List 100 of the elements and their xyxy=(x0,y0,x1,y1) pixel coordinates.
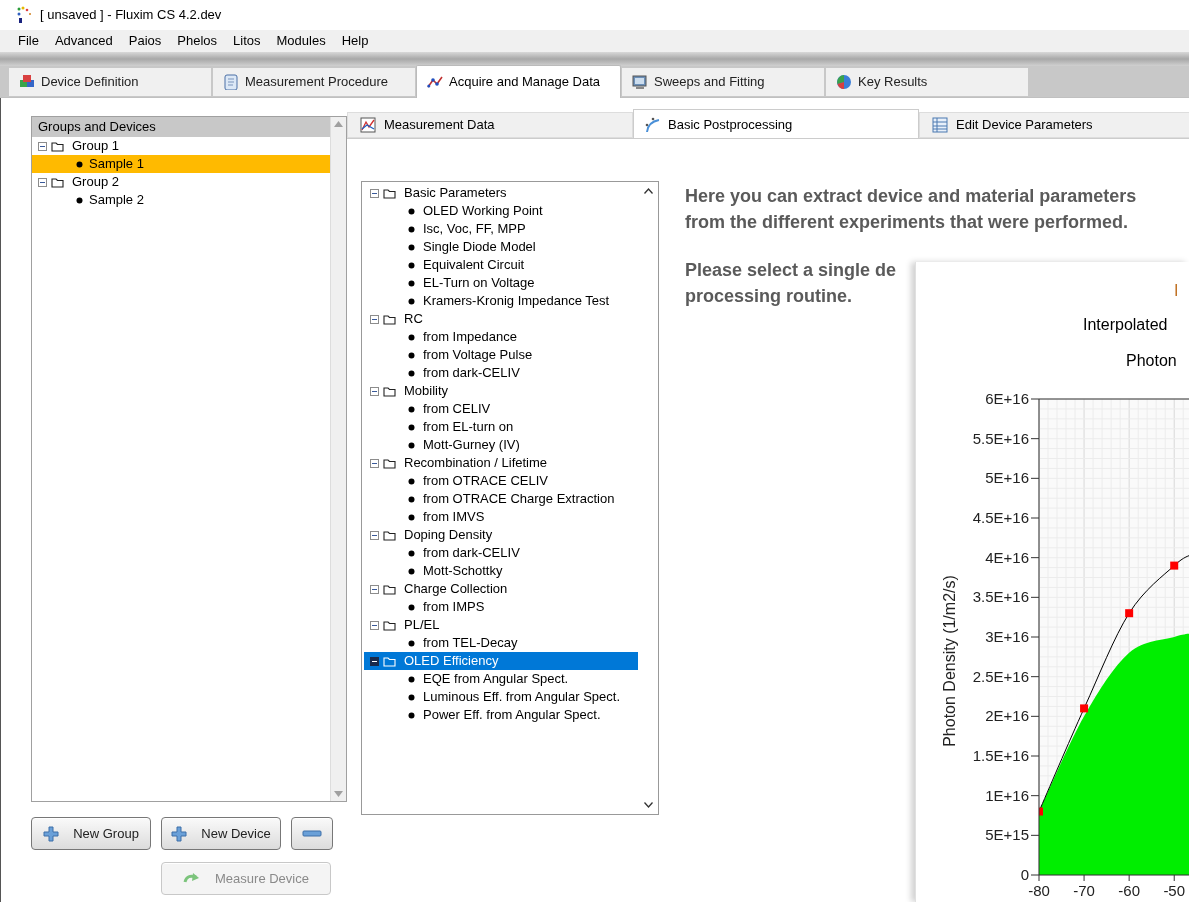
tree-item[interactable]: Power Eff. from Angular Spect. xyxy=(364,706,638,724)
new-group-button[interactable]: New Group xyxy=(31,817,151,850)
tab[interactable]: Measurement Data xyxy=(347,112,633,138)
collapse-icon xyxy=(370,314,379,324)
tree-item[interactable]: PL/EL xyxy=(364,616,638,634)
tick-label: -50 xyxy=(1163,882,1186,899)
tree-item[interactable]: Luminous Eff. from Angular Spect. xyxy=(364,688,638,706)
data-point xyxy=(1039,807,1043,816)
chart-caption: Photon xyxy=(1126,351,1177,371)
list-header: Groups and Devices xyxy=(32,117,330,137)
tree-item[interactable]: Sample 2 xyxy=(32,191,330,209)
folder-icon xyxy=(383,187,396,199)
tick-label: 1.5E+16 xyxy=(972,747,1029,764)
tree-item[interactable]: RC xyxy=(364,310,638,328)
intro-text: Here you can extract device and material parameters xyxy=(685,185,1137,208)
tab[interactable]: Sweeps and Fitting xyxy=(621,67,825,97)
bullet-icon xyxy=(408,405,415,413)
window-title: [ unsaved ] - Fluxim CS 4.2.dev xyxy=(40,6,222,25)
bullet-icon xyxy=(408,693,415,701)
bullet-icon xyxy=(76,196,83,204)
data-point xyxy=(1080,704,1089,713)
tab[interactable]: Basic Postprocessing xyxy=(633,109,919,139)
bullet-icon xyxy=(76,160,83,168)
tab[interactable]: Edit Device Parameters xyxy=(919,112,1189,138)
remove-button[interactable] xyxy=(291,817,333,850)
tree-item[interactable]: Recombination / Lifetime xyxy=(364,454,638,472)
tree-item[interactable]: from EL-turn on xyxy=(364,418,638,436)
tree-item[interactable]: Sample 1 xyxy=(32,155,330,173)
curve-icon xyxy=(644,116,660,133)
folder-icon xyxy=(383,583,396,595)
menu-item[interactable]: Litos xyxy=(225,29,269,53)
menu-item[interactable]: Help xyxy=(333,29,377,53)
collapse-icon xyxy=(370,620,379,630)
collapse-icon xyxy=(370,656,379,666)
plus-icon xyxy=(171,825,188,842)
tree-item[interactable]: EQE from Angular Spect. xyxy=(364,670,638,688)
tree-item[interactable]: from dark-CELIV xyxy=(364,544,638,562)
tab[interactable]: Device Definition xyxy=(8,67,212,97)
bullet-icon xyxy=(408,243,415,251)
tree-item[interactable]: from IMPS xyxy=(364,598,638,616)
tick-label: 3E+16 xyxy=(985,628,1029,645)
tree-item[interactable]: Group 1 xyxy=(32,137,330,155)
tab[interactable]: Acquire and Manage Data xyxy=(416,65,621,98)
tree-item[interactable]: Isc, Voc, FF, MPP xyxy=(364,220,638,238)
tree-item[interactable]: EL-Turn on Voltage xyxy=(364,274,638,292)
menu-item[interactable]: Modules xyxy=(268,29,334,53)
cubes-icon xyxy=(19,74,35,90)
intro-text: processing routine. xyxy=(685,285,854,308)
bullet-icon xyxy=(408,297,415,305)
tree-item[interactable]: Equivalent Circuit xyxy=(364,256,638,274)
bullet-icon xyxy=(408,423,415,431)
tree-item[interactable]: from OTRACE CELIV xyxy=(364,472,638,490)
tree-item[interactable]: from Impedance xyxy=(364,328,638,346)
folder-icon xyxy=(51,176,64,188)
bullet-icon xyxy=(408,225,415,233)
tree-item[interactable]: from IMVS xyxy=(364,508,638,526)
menu-item[interactable]: Paios xyxy=(120,29,170,53)
table-icon xyxy=(932,117,948,133)
tree-item[interactable]: from Voltage Pulse xyxy=(364,346,638,364)
collapse-icon xyxy=(370,188,379,198)
data-point xyxy=(1170,561,1179,570)
tick-label: 4.5E+16 xyxy=(972,509,1029,526)
tree-item[interactable]: Kramers-Kronig Impedance Test xyxy=(364,292,638,310)
folder-icon xyxy=(383,619,396,631)
tree-item[interactable]: from TEL-Decay xyxy=(364,634,638,652)
bullet-icon xyxy=(408,261,415,269)
tree-item[interactable]: Charge Collection xyxy=(364,580,638,598)
new-device-button[interactable]: New Device xyxy=(161,817,281,850)
tree-item[interactable]: from OTRACE Charge Extraction xyxy=(364,490,638,508)
plus-icon xyxy=(43,825,60,842)
tree-item[interactable]: Basic Parameters xyxy=(364,184,638,202)
tick-label: -80 xyxy=(1028,882,1050,899)
folder-icon xyxy=(383,529,396,541)
tick-label: 5.5E+16 xyxy=(972,429,1029,447)
bullet-icon xyxy=(408,477,415,485)
tree-item[interactable]: OLED Efficiency xyxy=(364,652,638,670)
scroll-up-icon[interactable] xyxy=(643,188,653,194)
line-chart-icon xyxy=(360,117,376,133)
bullet-icon xyxy=(408,495,415,503)
tree-item[interactable]: OLED Working Point xyxy=(364,202,638,220)
menu-item[interactable]: File xyxy=(10,29,47,53)
tree-item[interactable]: Mott-Schottky xyxy=(364,562,638,580)
bullet-icon xyxy=(408,675,415,683)
tree-item[interactable]: Group 2 xyxy=(32,173,330,191)
folder-icon xyxy=(383,313,396,325)
tree-item[interactable]: Doping Density xyxy=(364,526,638,544)
tick-label: 2.5E+16 xyxy=(972,667,1029,685)
menu-item[interactable]: Advanced xyxy=(46,29,121,53)
tab[interactable]: Key Results xyxy=(825,67,1029,97)
scroll-down-icon[interactable] xyxy=(643,802,653,808)
menu-item[interactable]: Phelos xyxy=(169,29,226,53)
bullet-icon xyxy=(408,549,415,557)
data-point xyxy=(1125,609,1134,618)
tree-item[interactable]: from CELIV xyxy=(364,400,638,418)
tree-item[interactable]: Mott-Gurney (IV) xyxy=(364,436,638,454)
plot-header: I xyxy=(1174,281,1179,301)
tree-item[interactable]: Mobility xyxy=(364,382,638,400)
tab[interactable]: Measurement Procedure xyxy=(212,67,416,97)
tree-item[interactable]: from dark-CELIV xyxy=(364,364,638,382)
tree-item[interactable]: Single Diode Model xyxy=(364,238,638,256)
